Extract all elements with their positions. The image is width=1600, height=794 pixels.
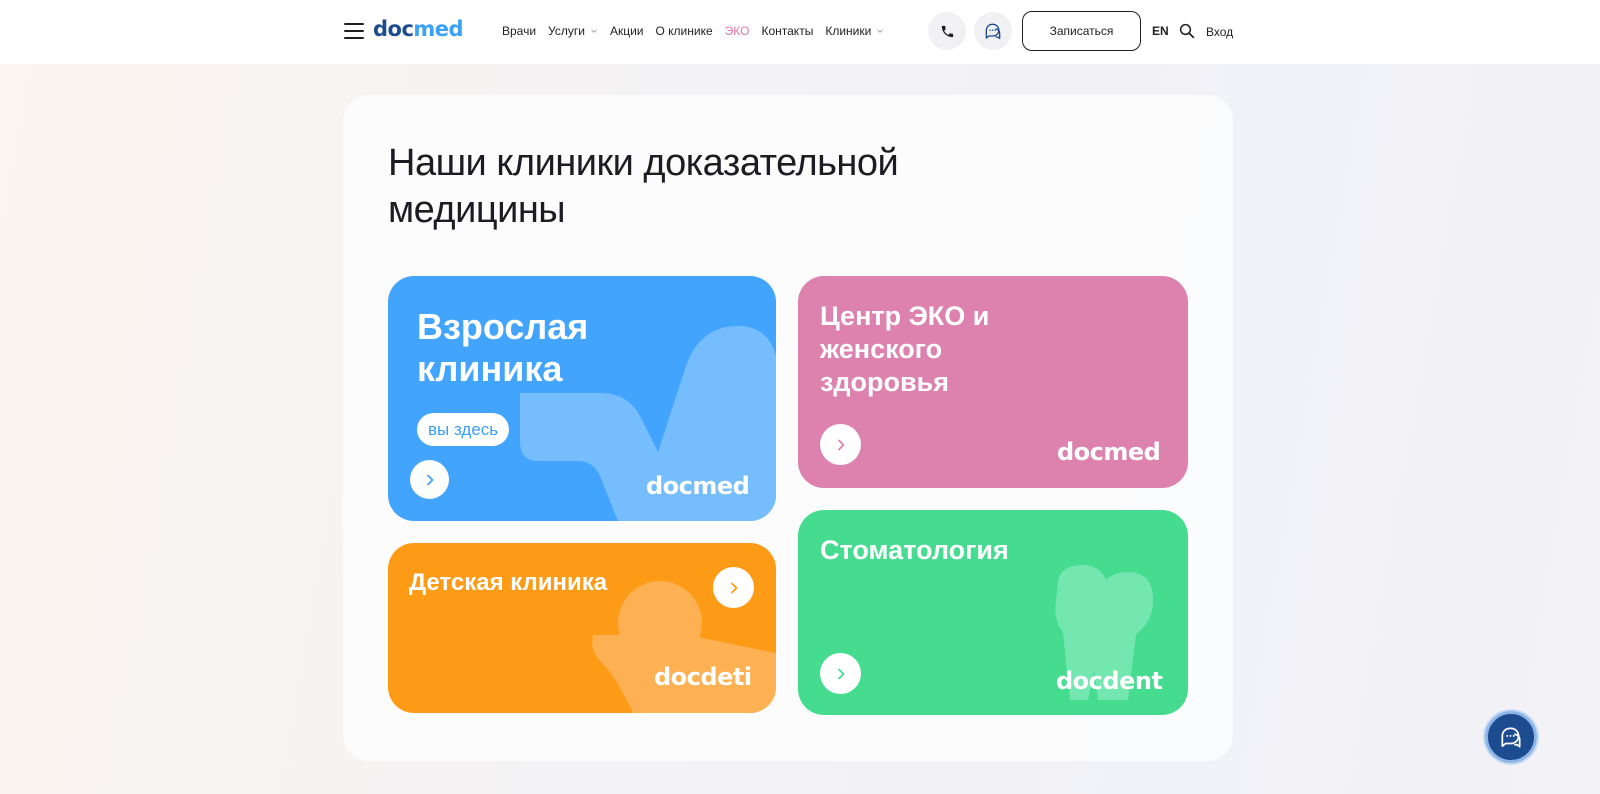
nav-label: Клиники bbox=[825, 24, 872, 38]
chat-icon bbox=[1501, 727, 1521, 748]
nav-label: Акции bbox=[609, 24, 644, 38]
phone-icon bbox=[941, 25, 953, 37]
site-header: docmed Врачи Услуги Акции О клинике ЭКО … bbox=[0, 0, 1600, 64]
nav-item-eco[interactable]: ЭКО bbox=[725, 24, 750, 38]
card-eco-center[interactable]: Центр ЭКО и женского здоровья docmed bbox=[798, 276, 1188, 488]
card-kids-clinic[interactable]: Детская клиника docdeti bbox=[388, 543, 776, 713]
chevron-right-icon bbox=[837, 439, 844, 450]
card-dental[interactable]: Стоматология docdent bbox=[798, 510, 1188, 715]
card-title: Стоматология bbox=[820, 535, 1009, 565]
page-title: Наши клиники доказательной медицины bbox=[388, 142, 899, 231]
logo-text-part1: doc bbox=[373, 17, 414, 41]
chevron-down-icon bbox=[877, 29, 884, 33]
chevron-right-icon bbox=[730, 582, 737, 593]
card-logo: docmed bbox=[1057, 438, 1161, 466]
chevron-right-icon bbox=[426, 474, 433, 485]
nav-item-promotions[interactable]: Акции bbox=[610, 24, 644, 38]
you-are-here-badge: вы здесь bbox=[417, 413, 510, 446]
nav-item-about[interactable]: О клинике bbox=[656, 24, 713, 38]
chat-button[interactable] bbox=[974, 12, 1012, 50]
main-nav: Врачи Услуги Акции О клинике ЭКО Контакт… bbox=[502, 24, 884, 38]
nav-label: Услуги bbox=[548, 24, 585, 38]
eco-center-arrow-button[interactable] bbox=[820, 424, 861, 465]
card-title: Детская клиника bbox=[409, 569, 608, 596]
kids-clinic-arrow-button[interactable] bbox=[713, 567, 754, 608]
nav-item-clinics[interactable]: Клиники bbox=[825, 24, 884, 38]
dental-arrow-button[interactable] bbox=[820, 653, 861, 694]
card-adult-clinic[interactable]: Взрослая клиника вы здесь docmed bbox=[388, 276, 776, 521]
nav-label: Врачи bbox=[502, 24, 537, 38]
nav-label: ЭКО bbox=[724, 24, 750, 38]
login-link[interactable]: Вход bbox=[1206, 25, 1233, 39]
adult-clinic-arrow-button[interactable] bbox=[410, 460, 449, 499]
logo-text-part2: med bbox=[413, 17, 464, 41]
nav-item-doctors[interactable]: Врачи bbox=[502, 24, 536, 38]
search-icon[interactable] bbox=[1178, 22, 1196, 40]
menu-icon[interactable] bbox=[344, 22, 364, 40]
card-logo: docdeti bbox=[654, 663, 752, 691]
chevron-down-icon bbox=[591, 29, 597, 33]
nav-label: Контакты bbox=[761, 24, 814, 38]
card-logo: docdent bbox=[1056, 667, 1163, 695]
chat-fab-button[interactable] bbox=[1485, 711, 1537, 763]
language-switch[interactable]: EN bbox=[1152, 24, 1169, 38]
card-title: Взрослая клиника bbox=[417, 306, 589, 389]
card-title: Центр ЭКО и женского здоровья bbox=[820, 301, 990, 397]
nav-label: О клинике bbox=[655, 24, 713, 38]
phone-button[interactable] bbox=[928, 12, 966, 50]
chevron-right-icon bbox=[837, 668, 844, 679]
card-logo: docmed bbox=[646, 472, 750, 500]
site-logo[interactable]: docmed bbox=[373, 17, 464, 41]
chat-icon bbox=[985, 23, 1001, 40]
nav-item-services[interactable]: Услуги bbox=[548, 24, 598, 38]
nav-item-contacts[interactable]: Контакты bbox=[761, 24, 813, 38]
signup-button[interactable]: Записаться bbox=[1022, 11, 1141, 51]
